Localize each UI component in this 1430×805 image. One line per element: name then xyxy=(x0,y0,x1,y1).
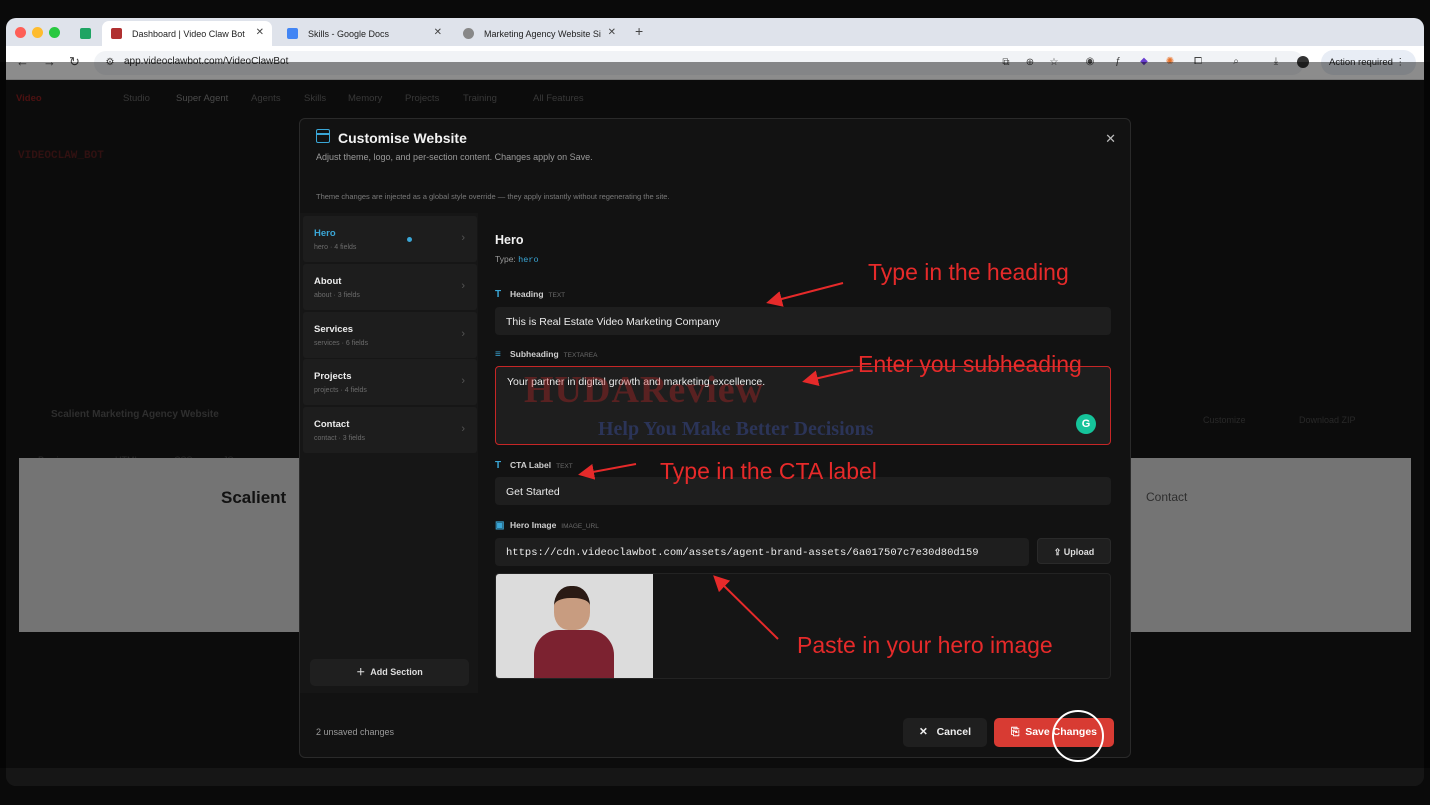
sheets-icon xyxy=(80,28,91,39)
section-meta: contact · 3 fields xyxy=(314,435,365,442)
globe-icon xyxy=(463,28,474,39)
watermark-tagline: Help You Make Better Decisions xyxy=(598,418,874,440)
type-label: Type: xyxy=(495,254,516,264)
cancel-label: Cancel xyxy=(936,726,971,738)
section-meta: services · 6 fields xyxy=(314,340,369,347)
tab-skills-docs[interactable]: Skills - Google Docs ✕ xyxy=(278,21,450,46)
image-type-icon: ▣ xyxy=(495,520,505,531)
tab-strip: Dashboard | Video Claw Bot ✕ Skills - Go… xyxy=(6,18,1424,46)
unsaved-changes-count: 2 unsaved changes xyxy=(316,727,395,737)
section-label: Services xyxy=(314,324,354,335)
section-label: Contact xyxy=(314,419,350,430)
close-tab-icon[interactable]: ✕ xyxy=(256,27,264,38)
textarea-type-icon: ≡ xyxy=(495,349,501,360)
chevron-right-icon: › xyxy=(461,280,465,292)
annotation-image: Paste in your hero image xyxy=(797,632,1053,658)
close-tab-icon[interactable]: ✕ xyxy=(434,27,442,38)
annotation-subheading: Enter you subheading xyxy=(858,351,1082,377)
field-type: IMAGE_URL xyxy=(561,523,599,530)
close-icon: ✕ xyxy=(918,726,928,738)
active-dot xyxy=(407,237,412,242)
hero-photo xyxy=(496,574,653,678)
tab-title: Skills - Google Docs xyxy=(308,28,390,39)
modal-subtitle: Adjust theme, logo, and per-section cont… xyxy=(316,152,593,162)
subheading-label: ≡ Subheading TEXTAREA xyxy=(495,349,597,360)
field-type: TEXTAREA xyxy=(563,352,598,359)
close-window-button[interactable] xyxy=(15,27,26,38)
editor-type: Type: hero xyxy=(495,254,539,265)
chevron-right-icon: › xyxy=(461,232,465,244)
chevron-right-icon: › xyxy=(461,423,465,435)
section-label: Projects xyxy=(314,371,352,382)
hero-image-url-input[interactable]: https://cdn.videoclawbot.com/assets/agen… xyxy=(495,538,1029,566)
layout-icon xyxy=(316,129,330,143)
section-meta: about · 3 fields xyxy=(314,292,360,299)
close-tab-icon[interactable]: ✕ xyxy=(608,27,616,38)
hero-image-label: ▣ Hero Image IMAGE_URL xyxy=(495,520,599,531)
field-label: CTA Label xyxy=(510,460,552,470)
text-type-icon: T xyxy=(495,289,502,300)
upload-button[interactable]: ⇪ Upload xyxy=(1037,538,1111,564)
modal-title: Customise Website xyxy=(338,130,467,146)
theme-note: Theme changes are injected as a global s… xyxy=(316,192,670,201)
section-label: About xyxy=(314,276,342,287)
section-meta: hero · 4 fields xyxy=(314,244,357,251)
upload-label: Upload xyxy=(1063,547,1095,557)
tab-title: Marketing Agency Website Si xyxy=(484,28,601,39)
field-label: Hero Image xyxy=(510,520,557,530)
videoclaw-favicon xyxy=(111,28,122,39)
person-shirt xyxy=(534,630,614,678)
tab-dashboard[interactable]: Dashboard | Video Claw Bot ✕ xyxy=(102,21,272,46)
watermark-logo: HUDAReview xyxy=(524,369,765,411)
field-label: Subheading xyxy=(510,349,559,359)
minimize-window-button[interactable] xyxy=(32,27,43,38)
field-label: Heading xyxy=(510,289,544,299)
hero-image-preview xyxy=(495,573,1111,679)
add-section-button[interactable]: ＋ Add Section xyxy=(310,659,469,686)
heading-label: T Heading TEXT xyxy=(495,289,565,300)
section-item-contact[interactable]: Contact contact · 3 fields › xyxy=(303,407,477,453)
annotation-cta: Type in the CTA label xyxy=(660,458,877,484)
cta-label: T CTA Label TEXT xyxy=(495,460,573,471)
section-item-hero[interactable]: Hero hero · 4 fields › xyxy=(303,216,477,262)
pinned-tab-sheets[interactable] xyxy=(76,21,96,46)
section-item-projects[interactable]: Projects projects · 4 fields › xyxy=(303,359,477,405)
section-meta: projects · 4 fields xyxy=(314,387,367,394)
grammarly-icon[interactable]: G xyxy=(1076,414,1096,434)
new-tab-icon[interactable]: + xyxy=(635,23,643,39)
text-type-icon: T xyxy=(495,460,502,471)
section-item-services[interactable]: Services services · 6 fields › xyxy=(303,312,477,358)
type-value: hero xyxy=(518,255,539,265)
chevron-right-icon: › xyxy=(461,328,465,340)
person-head xyxy=(554,586,590,630)
field-type: TEXT xyxy=(556,463,573,470)
field-type: TEXT xyxy=(548,292,566,299)
click-indicator xyxy=(1052,710,1104,762)
save-icon: ⎘ xyxy=(1010,726,1020,738)
annotation-heading: Type in the heading xyxy=(868,259,1069,285)
section-label: Hero xyxy=(314,228,336,239)
section-list: Hero hero · 4 fields › About about · 3 f… xyxy=(300,213,478,693)
upload-icon: ⇪ xyxy=(1053,547,1062,557)
heading-input[interactable]: This is Real Estate Video Marketing Comp… xyxy=(495,307,1111,335)
add-section-label: Add Section xyxy=(370,667,423,677)
chevron-right-icon: › xyxy=(461,375,465,387)
docs-icon xyxy=(287,28,298,39)
editor-title: Hero xyxy=(495,233,524,247)
section-item-about[interactable]: About about · 3 fields › xyxy=(303,264,477,310)
cancel-button[interactable]: ✕ Cancel xyxy=(903,718,987,747)
tab-title: Dashboard | Video Claw Bot xyxy=(132,28,245,39)
zoom-window-button[interactable] xyxy=(49,27,60,38)
tab-marketing-agency[interactable]: Marketing Agency Website Si ✕ xyxy=(454,21,624,46)
plus-icon: ＋ xyxy=(356,667,366,677)
close-modal-icon[interactable]: ✕ xyxy=(1105,131,1116,147)
